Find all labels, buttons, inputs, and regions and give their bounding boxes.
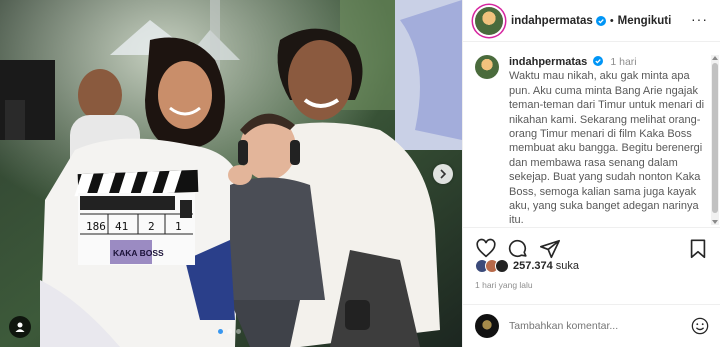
- post-timestamp[interactable]: 1 hari yang lalu: [475, 280, 533, 290]
- caption-scrollbar[interactable]: [711, 55, 719, 225]
- share-icon[interactable]: [539, 238, 561, 260]
- next-photo-button[interactable]: [433, 164, 453, 184]
- clapper-take-2: 1: [175, 220, 182, 233]
- carousel-dot: [227, 329, 232, 334]
- carousel-dot: [236, 329, 241, 334]
- likes-row[interactable]: 257.374 suka: [475, 259, 579, 273]
- scroll-down-arrow-icon[interactable]: [712, 220, 718, 224]
- author-avatar[interactable]: [475, 6, 503, 35]
- instagram-post-modal: 186 41 2 1 KAKA BOSS indahpermatas • Men…: [0, 0, 720, 347]
- caption-time: 1 hari: [610, 56, 637, 68]
- caption-text: Waktu mau nikah, aku gak minta apa pun. …: [509, 70, 705, 223]
- clapper-scene: 41: [115, 220, 128, 233]
- likes-label[interactable]: suka: [556, 260, 579, 272]
- likes-count[interactable]: 257.374: [513, 260, 553, 272]
- clapper-take-1: 2: [148, 220, 155, 233]
- comment-composer: [463, 304, 720, 347]
- verified-badge-icon: [595, 15, 606, 26]
- post-photo: 186 41 2 1 KAKA BOSS: [0, 0, 462, 347]
- liker-avatar: [495, 259, 509, 273]
- bookmark-icon[interactable]: [687, 238, 709, 260]
- scrollbar-thumb[interactable]: [712, 63, 718, 213]
- caption-area: indahpermatas 1 hari Waktu mau nikah, ak…: [463, 43, 720, 223]
- verified-badge-icon: [593, 56, 604, 66]
- more-options-icon[interactable]: ···: [691, 12, 708, 26]
- chevron-right-icon: [440, 169, 447, 179]
- post-header: indahpermatas • Mengikuti ···: [463, 0, 720, 42]
- carousel-indicator: [218, 329, 241, 334]
- post-details-panel: indahpermatas • Mengikuti ··· indahperma…: [462, 0, 720, 347]
- clapper-title: KAKA BOSS: [113, 248, 164, 258]
- post-media[interactable]: 186 41 2 1 KAKA BOSS: [0, 0, 462, 347]
- carousel-dot: [218, 329, 223, 334]
- comment-input[interactable]: [509, 320, 691, 332]
- comment-icon[interactable]: [507, 238, 529, 260]
- caption-username[interactable]: indahpermatas: [509, 56, 587, 68]
- user-icon: [15, 322, 25, 332]
- author-username[interactable]: indahpermatas: [511, 15, 593, 27]
- action-bar: [463, 227, 720, 261]
- tagged-users-button[interactable]: [9, 316, 31, 338]
- emoji-icon[interactable]: [691, 317, 709, 335]
- clapper-roll: 186: [86, 220, 106, 233]
- header-separator: •: [609, 14, 614, 27]
- caption-avatar[interactable]: [475, 55, 499, 79]
- following-button[interactable]: Mengikuti: [618, 15, 672, 27]
- scroll-up-arrow-icon[interactable]: [712, 56, 718, 60]
- viewer-avatar: [475, 314, 499, 338]
- heart-icon[interactable]: [475, 238, 497, 260]
